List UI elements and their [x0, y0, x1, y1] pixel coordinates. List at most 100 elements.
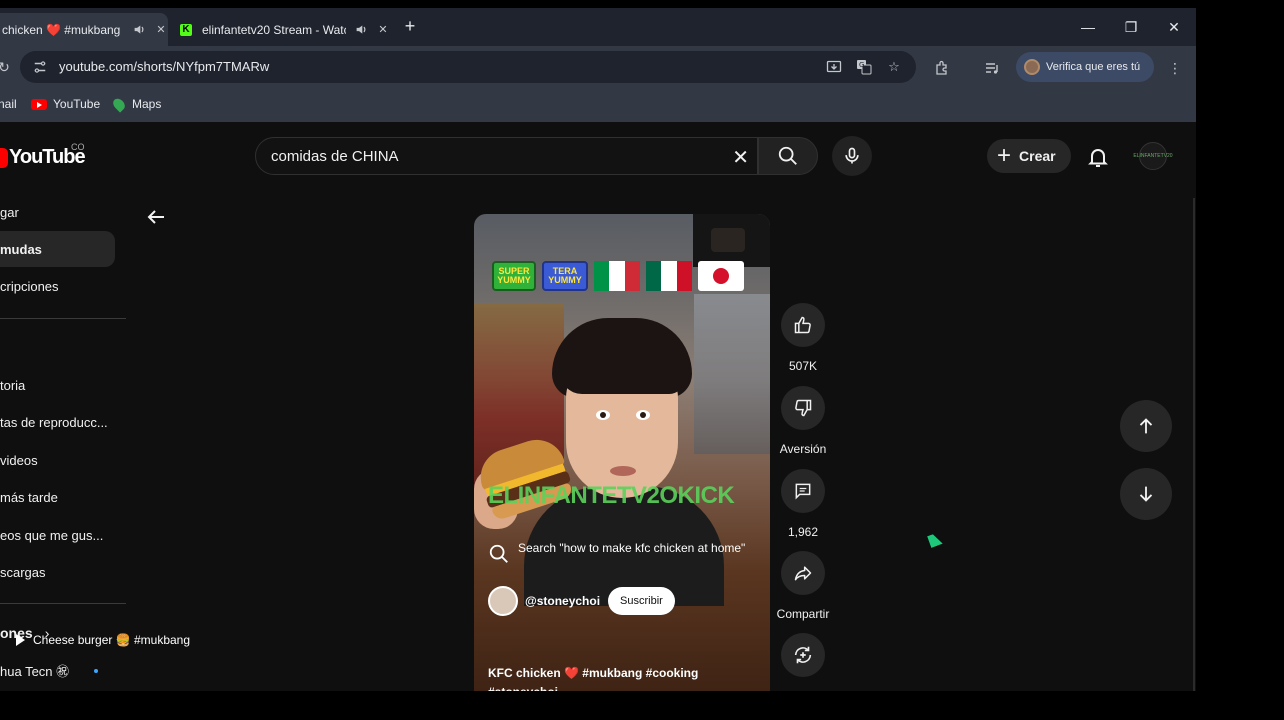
browser-window: chicken ❤️ #mukbang ✕ K elinfantetv20 St… — [0, 8, 1196, 691]
sidebar-divider — [0, 603, 126, 604]
sticker-super-yummy: SUPER YUMMY — [492, 261, 536, 291]
verify-label: Verifica que eres tú — [1046, 61, 1141, 73]
sidebar-item-your-videos[interactable]: videos — [0, 442, 38, 478]
previous-short-button[interactable] — [1120, 400, 1172, 452]
sidebar-item-playlists[interactable]: tas de reproducc... — [0, 404, 108, 440]
dislike-action[interactable]: Aversión — [780, 386, 826, 456]
sticker-tera-yummy: TERA YUMMY — [542, 261, 588, 291]
bookmark-gmail[interactable]: nail — [0, 97, 17, 111]
country-code: CO — [71, 142, 85, 152]
new-tab-button[interactable]: + — [400, 16, 420, 36]
sidebar-item-label: más tarde — [0, 489, 58, 505]
comments-button[interactable] — [781, 469, 825, 513]
minimize-icon[interactable]: — — [1068, 14, 1108, 40]
sidebar-item-label: mudas — [0, 241, 42, 257]
maps-icon — [110, 95, 128, 113]
related-search-suggestion[interactable]: Search "how to make kfc chicken at home" — [488, 539, 758, 565]
create-button[interactable]: + Crear — [987, 139, 1071, 173]
speaker-icon[interactable] — [132, 23, 146, 37]
browser-menu-icon[interactable]: ⋮ — [1165, 58, 1185, 78]
bookmark-star-icon[interactable]: ☆ — [885, 58, 903, 76]
remix-count: 6 — [800, 689, 807, 691]
search-button[interactable] — [758, 137, 818, 175]
close-tab-icon[interactable]: ✕ — [154, 23, 168, 37]
mexico-flag-icon — [646, 261, 692, 291]
sound-link[interactable]: Cheese burger 🍔 #mukbang — [16, 633, 190, 647]
remix-button[interactable] — [781, 633, 825, 677]
like-action[interactable]: 507K — [780, 303, 826, 373]
tab-strip: chicken ❤️ #mukbang ✕ K elinfantetv20 St… — [0, 8, 1196, 46]
account-avatar[interactable]: ELINFANTETV20 — [1133, 142, 1173, 170]
sidebar-item-label: videos — [0, 452, 38, 468]
youtube-logo[interactable]: YouTube CO — [0, 142, 86, 169]
bookmark-label: YouTube — [53, 97, 101, 111]
sidebar-item-channel[interactable]: hua Tecn ㊗ — [0, 652, 69, 688]
reload-icon[interactable]: ↻ — [0, 57, 14, 77]
bookmark-maps[interactable]: Maps — [110, 95, 162, 113]
sidebar-item-liked-videos[interactable]: eos que me gus... — [0, 517, 103, 553]
address-bar[interactable]: youtube.com/shorts/NYfpm7TMARw G ☆ — [20, 51, 916, 83]
tab-title: elinfantetv20 Stream - Watc — [202, 22, 346, 37]
comment-icon — [795, 483, 811, 500]
clear-search-icon[interactable]: ✕ — [732, 145, 749, 170]
sidebar-item-history[interactable]: toria — [0, 367, 25, 403]
media-controls-icon[interactable] — [982, 58, 1002, 78]
search-input[interactable]: comidas de CHINA ✕ — [255, 137, 758, 175]
shorts-player[interactable]: SUPER YUMMY TERA YUMMY ELINFANTETV2OKICK — [474, 214, 770, 691]
install-app-icon[interactable] — [825, 58, 843, 76]
sidebar-item-label: toria — [0, 377, 26, 393]
svg-text:G: G — [859, 61, 864, 69]
bookmark-label: Maps — [132, 97, 162, 111]
share-icon — [794, 566, 812, 581]
caption-line: #stoneychoi — [488, 683, 748, 691]
remix-action[interactable]: 6 — [780, 633, 826, 691]
video-background — [694, 294, 770, 454]
tab-kick-stream[interactable]: K elinfantetv20 Stream - Watc ✕ — [168, 13, 390, 46]
verify-identity-button[interactable]: Verifica que eres tú — [1016, 52, 1154, 82]
sidebar-item-label: gar — [0, 204, 19, 220]
sticker-row: SUPER YUMMY TERA YUMMY — [492, 261, 744, 291]
scrollbar[interactable] — [1193, 198, 1195, 691]
extensions-icon[interactable] — [932, 58, 952, 78]
notifications-icon[interactable] — [1086, 145, 1110, 169]
close-tab-icon[interactable]: ✕ — [376, 23, 390, 37]
youtube-logo-icon — [0, 147, 8, 168]
microphone-icon — [845, 147, 859, 164]
sidebar-item-home[interactable]: gar — [0, 194, 19, 230]
sidebar-divider — [0, 318, 126, 319]
channel-avatar[interactable] — [488, 586, 518, 616]
dislike-button[interactable] — [781, 386, 825, 430]
back-arrow-icon[interactable] — [144, 205, 168, 229]
youtube-page: YouTube CO comidas de CHINA ✕ + Crear EL… — [0, 122, 1196, 691]
bookmark-youtube[interactable]: YouTube — [31, 97, 100, 111]
speaker-icon[interactable] — [354, 23, 368, 37]
site-settings-icon[interactable] — [31, 58, 49, 76]
next-short-button[interactable] — [1120, 468, 1172, 520]
share-label: Compartir — [776, 607, 830, 621]
channel-name[interactable]: @stoneychoi — [525, 594, 600, 608]
bookmarks-bar: nail YouTube Maps — [0, 88, 1196, 122]
create-label: Crear — [1019, 148, 1056, 164]
subscribe-button[interactable]: Suscribir — [608, 587, 675, 615]
sidebar-item-downloads[interactable]: scargas — [0, 554, 46, 590]
video-overlay-thumbnail — [693, 214, 770, 267]
voice-search-button[interactable] — [832, 136, 872, 176]
plus-icon: + — [997, 142, 1012, 169]
like-button[interactable] — [781, 303, 825, 347]
close-window-icon[interactable]: ✕ — [1154, 14, 1194, 40]
translate-icon[interactable]: G — [855, 58, 873, 76]
kick-icon: K — [180, 23, 192, 36]
sidebar-item-label: cripciones — [0, 278, 59, 294]
comments-action[interactable]: 1,962 — [780, 469, 826, 539]
tab-active[interactable]: chicken ❤️ #mukbang ✕ — [0, 13, 168, 46]
channel-row: @stoneychoi Suscribir — [488, 586, 675, 616]
sidebar-item-watch-later[interactable]: más tarde — [0, 479, 58, 515]
share-button[interactable] — [781, 551, 825, 595]
arrow-up-icon — [1139, 418, 1153, 434]
share-action[interactable]: Compartir — [777, 551, 829, 621]
search-icon — [489, 544, 508, 563]
sidebar-item-shorts[interactable]: mudas — [0, 231, 115, 267]
sidebar-item-subscriptions[interactable]: cripciones — [0, 268, 59, 304]
restore-icon[interactable]: ❐ — [1111, 14, 1151, 40]
video-caption: KFC chicken ❤️ #mukbang #cooking #stoney… — [488, 664, 748, 691]
